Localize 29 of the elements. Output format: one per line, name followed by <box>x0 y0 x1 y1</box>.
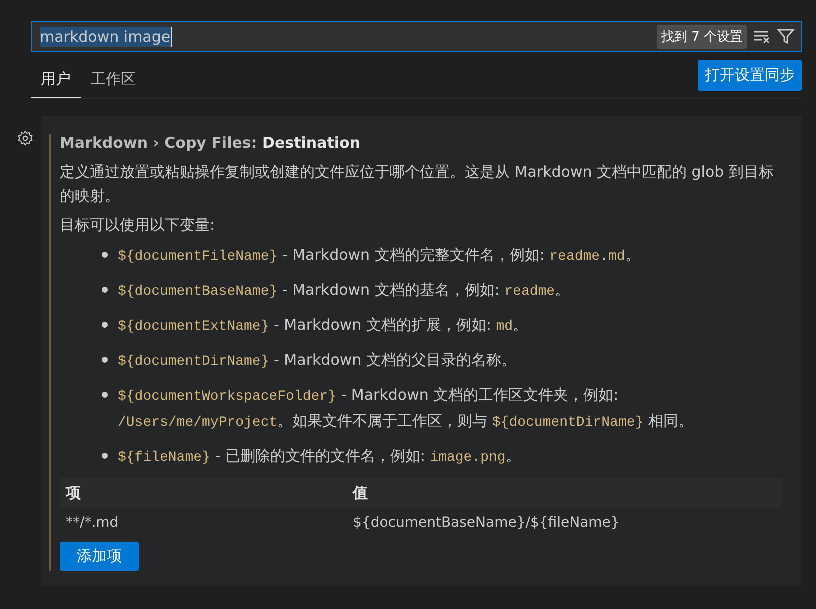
search-field[interactable]: markdown image 找到 7 个设置 <box>31 21 802 52</box>
table-cell-text: ${documentBaseName}/${fileName} <box>353 515 621 531</box>
column-header: 项 <box>66 484 82 502</box>
setting-description: 定义通过放置或粘贴操作复制或创建的文件应位于哪个位置。这是从 Markdown 文档中匹配的 glob 到目标的映射。 <box>60 162 775 207</box>
variable-description: ${documentFileName} - Markdown 文档的完整文件名，例如: readme.md。 <box>118 245 640 267</box>
setting-title: Markdown › Copy Files: Destination <box>60 134 362 152</box>
bullet-icon <box>102 287 108 293</box>
variable-description: ${documentBaseName} - Markdown 文档的基名，例如: readme。 <box>118 280 570 302</box>
variable-description: ${fileName} - 已删除的文件的文件名，例如: image.png。 <box>118 446 521 468</box>
clear-filter-icon[interactable] <box>753 30 771 44</box>
variable-description: ${documentExtName} - Markdown 文档的扩展，例如: md。 <box>118 315 528 337</box>
tab[interactable]: 用户 <box>31 66 81 98</box>
result-count: 找到 7 个设置 <box>657 24 747 48</box>
table-cell-text: **/*.md <box>66 515 120 531</box>
bullet-icon <box>102 322 108 328</box>
variables-intro: 目标可以使用以下变量: <box>60 216 216 235</box>
settings-icon[interactable] <box>17 130 34 147</box>
bullet-icon <box>102 357 108 363</box>
column-header: 值 <box>353 484 369 502</box>
sync-button[interactable]: 打开设置同步 <box>698 60 802 91</box>
variable-description: ${documentDirName} - Markdown 文档的父目录的名称。 <box>118 350 516 372</box>
variable-description: ${documentWorkspaceFolder} - Markdown 文档的工作区文件夹，例如: /Users/me/myProject。如果文件不属于工作区，则与 ${documentDirName} 相同。 <box>118 385 694 433</box>
bullet-icon <box>102 252 108 258</box>
add-item-button[interactable]: 添加项 <box>60 542 139 571</box>
filter-icon[interactable] <box>777 28 795 46</box>
bullet-icon <box>102 392 108 398</box>
tab[interactable]: 工作区 <box>81 66 146 98</box>
search-text: markdown image <box>40 26 172 46</box>
bullet-icon <box>102 453 108 459</box>
